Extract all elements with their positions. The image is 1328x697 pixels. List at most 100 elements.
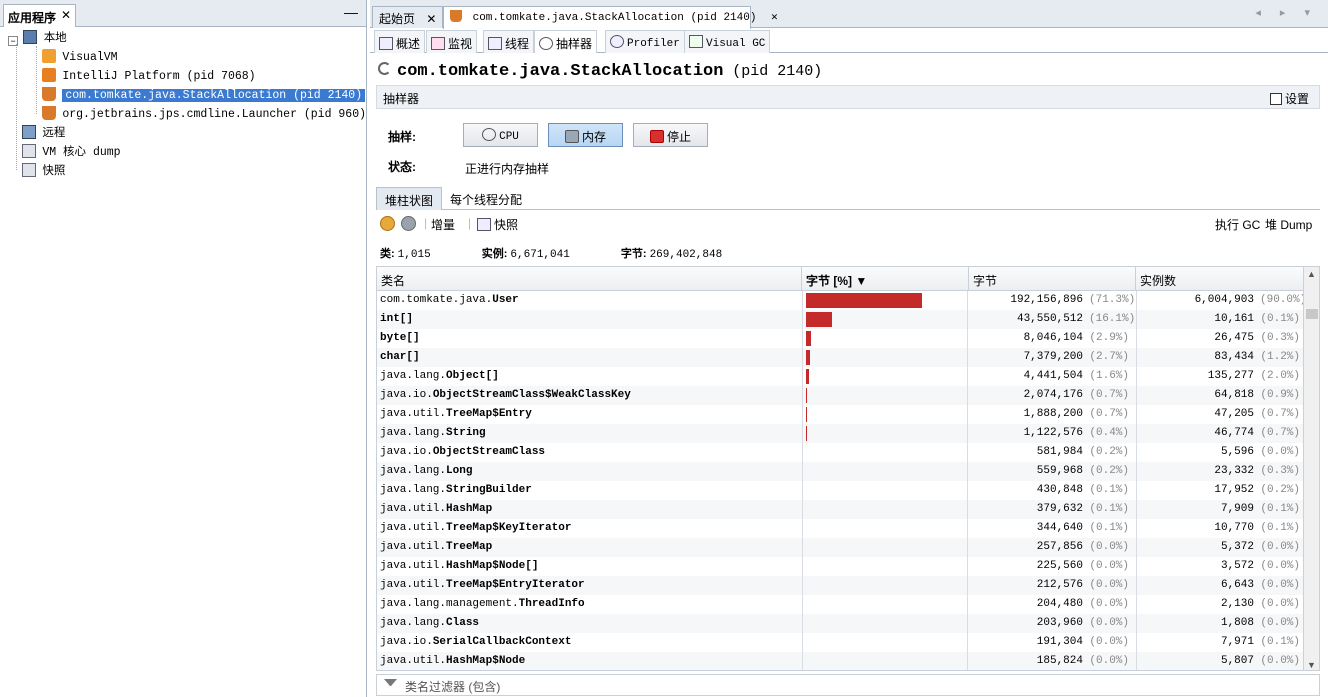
instances-value: 5,596 [1220, 446, 1254, 458]
table-row[interactable]: java.util.TreeMap$KeyIterator 344,640 (0.1… [377, 519, 1304, 538]
minimize-icon[interactable]: — [344, 4, 358, 20]
class-name: int[] [380, 313, 414, 325]
tree-item-stackallocation[interactable]: com.tomkate.java.StackAllocation (pid 21… [42, 85, 366, 103]
instances-cell: 7,971 (0.1%) [1136, 633, 1304, 652]
table-row[interactable]: java.util.TreeMap$EntryIterator 212,576 (0… [377, 576, 1304, 595]
table-row[interactable]: java.util.HashMap$Node[] 225,560 (0.0%) 3,5… [377, 557, 1304, 576]
stop-button[interactable]: 停止 [633, 123, 708, 147]
cpu-button[interactable]: CPU [463, 123, 538, 147]
tab-visual-gc[interactable]: Visual GC [684, 30, 771, 53]
settings-checkbox[interactable]: 设置 [1269, 90, 1309, 107]
bytes-cell: 2,074,176 (0.7%) [969, 386, 1135, 405]
sample-label: 抽样: [388, 130, 416, 144]
class-name: User [492, 294, 519, 306]
col-header-bytes-pct[interactable]: 字节 [%] ▼ [802, 267, 969, 291]
tab-sampler[interactable]: 抽样器 [534, 30, 598, 53]
table-row[interactable]: com.tomkate.java.User 192,156,896 (71.3%) 6… [377, 291, 1306, 310]
loading-icon [378, 62, 391, 75]
tree-item-intellij[interactable]: IntelliJ Platform (pid 7068) [42, 66, 256, 84]
table-row[interactable]: java.util.HashMap$Node 185,824 (0.0%) 5,807… [377, 652, 1304, 670]
table-row[interactable]: java.lang.String 1,122,576 (0.4%) 46,774 (0.… [377, 424, 1304, 443]
scroll-down-icon[interactable]: ▼ [1307, 660, 1316, 670]
table-row[interactable]: int[] 43,550,512 (16.1%) 10,161 (0.1%) [377, 310, 1304, 329]
tree-node-coredump[interactable]: VM 核心 dump [22, 142, 121, 160]
bytes-percent: (0.0%) [1089, 598, 1129, 610]
close-icon[interactable]: ✕ [61, 8, 71, 22]
tree-line [16, 44, 17, 170]
vertical-scrollbar[interactable]: ▲ ▼ [1303, 267, 1319, 670]
gc-label: 执行 GC [1215, 218, 1261, 232]
tab-app[interactable]: com.tomkate.java.StackAllocation (pid 21… [443, 6, 778, 29]
instances-percent: (0.1%) [1260, 522, 1300, 534]
heap-histogram-table: 类名 字节 [%] ▼ 字节 实例数 com.tomkate.java.User… [376, 266, 1320, 671]
memory-button[interactable]: 内存 [548, 123, 623, 147]
refresh-button[interactable] [401, 216, 416, 231]
app-name: com.tomkate.java.StackAllocation [397, 62, 724, 81]
col-header-instances[interactable]: 实例数 [1136, 267, 1304, 291]
class-name: Object[] [446, 370, 499, 382]
bytes-cell: 212,576 (0.0%) [969, 576, 1135, 595]
tree-node-remote[interactable]: 远程 [22, 123, 65, 141]
tab-overview[interactable]: 概述 [374, 30, 426, 53]
table-row[interactable]: java.io.ObjectStreamClass 581,984 (0.2%) 5,… [377, 443, 1304, 462]
table-row[interactable]: java.lang.Long 559,968 (0.2%) 23,332 (0.3%) [377, 462, 1304, 481]
perform-gc-button[interactable]: 执行 GC [1215, 216, 1260, 233]
scroll-thumb[interactable] [1306, 309, 1318, 319]
bytes-percent: (0.0%) [1089, 541, 1129, 553]
bytes-bar [806, 350, 810, 365]
table-row[interactable]: java.io.ObjectStreamClass$WeakClassKey 2,… [377, 386, 1304, 405]
table-row[interactable]: java.util.HashMap 379,632 (0.1%) 7,909 (0.1%… [377, 500, 1304, 519]
table-row[interactable]: java.lang.management.ThreadInfo 204,480 (0… [377, 595, 1304, 614]
bytes-bar [806, 388, 807, 403]
tree-item-visualvm[interactable]: VisualVM [42, 47, 118, 65]
package-name: java.lang. [380, 370, 447, 382]
table-row[interactable]: java.lang.StringBuilder 430,848 (0.1%) 17,9… [377, 481, 1304, 500]
instances-value: 6,643 [1220, 579, 1254, 591]
close-icon[interactable]: ✕ [426, 12, 436, 26]
tree-label: VM 核心 dump [42, 146, 121, 159]
bytes-percent: (0.0%) [1089, 579, 1129, 591]
bytes-pct-cell [802, 576, 968, 595]
clock-icon [482, 128, 497, 141]
bytes-bar [806, 369, 809, 384]
monitor-icon [431, 37, 445, 50]
tab-per-thread-allocations[interactable]: 每个线程分配 [442, 187, 530, 210]
heap-dump-button[interactable]: 堆 Dump [1265, 216, 1312, 233]
checkbox-icon[interactable] [1269, 93, 1282, 105]
table-row[interactable]: byte[] 8,046,104 (2.9%) 26,475 (0.3%) [377, 329, 1304, 348]
class-name-cell: byte[] [380, 329, 420, 348]
table-row[interactable]: char[] 7,379,200 (2.7%) 83,434 (1.2%) [377, 348, 1304, 367]
sampler-header-label: 抽样器 [383, 92, 420, 106]
table-row[interactable]: java.util.TreeMap$Entry 1,888,200 (0.7%) 47… [377, 405, 1304, 424]
collapse-icon[interactable]: − [8, 36, 18, 46]
col-header-class-name[interactable]: 类名 [377, 267, 802, 291]
tab-start-page[interactable]: 起始页 ✕ [372, 6, 443, 28]
table-row[interactable]: java.util.TreeMap 257,856 (0.0%) 5,372 (0.0%… [377, 538, 1304, 557]
stats-line: 类: 1,015 实例: 6,671,041 字节: 269,402,848 [380, 245, 770, 261]
tree-node-snapshots[interactable]: 快照 [22, 161, 65, 179]
tab-threads[interactable]: 线程 [483, 30, 535, 53]
table-row[interactable]: java.lang.Object[] 4,441,504 (1.6%) 135,277… [377, 367, 1304, 386]
scroll-up-icon[interactable]: ▲ [1307, 269, 1316, 279]
tab-heap-histogram[interactable]: 堆柱状图 [376, 187, 443, 210]
table-row[interactable]: java.io.SerialCallbackContext 191,304 (0.0… [377, 633, 1304, 652]
close-icon[interactable]: ✕ [771, 12, 778, 24]
class-name-filter[interactable]: 类名过滤器 (包含) [376, 674, 1320, 696]
tree-item-launcher[interactable]: org.jetbrains.jps.cmdline.Launcher (pid … [42, 104, 366, 122]
col-header-bytes[interactable]: 字节 [969, 267, 1136, 291]
tab-applications[interactable]: 应用程序 ✕ [3, 4, 76, 27]
bytes-value: 344,640 [1036, 522, 1083, 534]
table-row[interactable]: java.lang.Class 203,960 (0.0%) 1,808 (0.0%) [377, 614, 1304, 633]
bytes-pct-cell [802, 538, 968, 557]
tab-nav-icon[interactable]: ◂ ▸ ▾ [1255, 6, 1318, 19]
tab-label: Profiler [627, 38, 680, 50]
tab-monitor[interactable]: 监视 [426, 30, 478, 53]
bytes-percent: (0.1%) [1089, 522, 1129, 534]
delta-button[interactable]: 增量 [431, 216, 455, 233]
tree-node-local[interactable]: − 本地 [8, 28, 67, 46]
status-value: 正进行内存抽样 [465, 162, 550, 176]
tab-profiler[interactable]: Profiler [605, 30, 685, 53]
snapshot-button[interactable]: 快照 [477, 216, 518, 233]
bytes-bar [806, 331, 811, 346]
pause-button[interactable] [380, 216, 395, 231]
